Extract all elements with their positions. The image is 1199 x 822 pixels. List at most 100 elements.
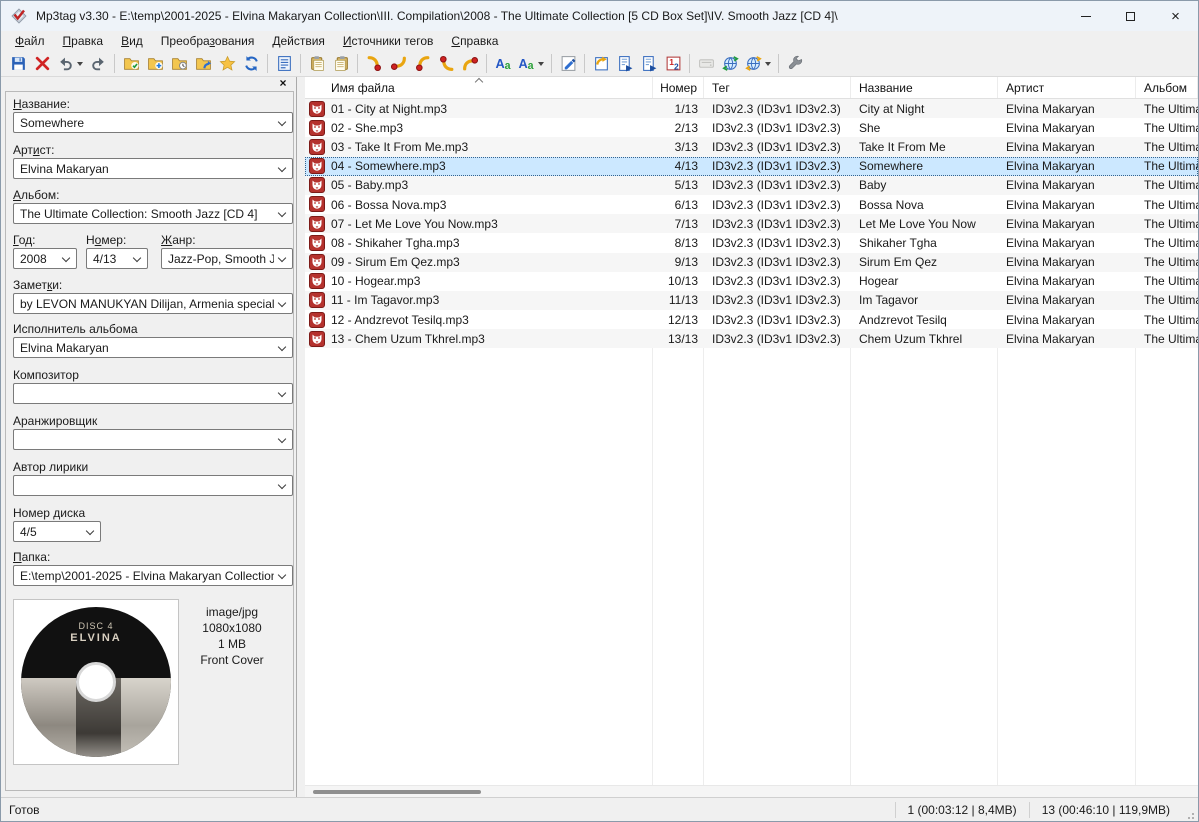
chevron-down-icon	[277, 388, 287, 398]
artist-combobox[interactable]: Elvina Makaryan	[13, 158, 293, 179]
panel-splitter[interactable]	[298, 77, 305, 797]
actions-menu-icon[interactable]: Aa	[515, 52, 547, 76]
file-row-1[interactable]: 01 - City at Night.mp3 1/13 ID3v2.3 (ID3v1…	[305, 99, 1198, 119]
mp3-file-icon	[309, 119, 325, 136]
save-tag-icon[interactable]	[6, 52, 30, 76]
file-row-7[interactable]: 07 - Let Me Love You Now.mp3 7/13 ID3v2.3 …	[305, 214, 1198, 234]
column-header-6[interactable]: Альбом	[1136, 77, 1198, 98]
track-combobox[interactable]: 4/13	[86, 248, 148, 269]
folder-combobox[interactable]: E:\temp\2001-2025 - Elvina Makaryan Coll…	[13, 565, 293, 586]
file-row-8[interactable]: 08 - Shikaher Tgha.mp3 8/13 ID3v2.3 (ID3v1…	[305, 233, 1198, 253]
menu-actions[interactable]: Действия	[263, 32, 334, 50]
album-combobox[interactable]: The Ultimate Collection: Smooth Jazz [CD…	[13, 203, 293, 224]
file-cell: 04 - Somewhere.mp3	[331, 159, 446, 174]
scrollbar-thumb[interactable]	[313, 790, 481, 794]
column-header-3[interactable]: Тег	[704, 77, 851, 98]
convert-filename-tag-icon[interactable]	[386, 52, 410, 76]
copy-tag-icon[interactable]	[305, 52, 329, 76]
web-sources-icon[interactable]	[718, 52, 742, 76]
menu-convert[interactable]: Преобразования	[152, 32, 264, 50]
file-row-2[interactable]: 02 - She.mp3 2/13 ID3v2.3 (ID3v1 ID3v2.3) S…	[305, 118, 1198, 138]
convert-filename-filename-icon[interactable]	[410, 52, 434, 76]
web-sources-menu-icon[interactable]	[742, 52, 774, 76]
menu-help[interactable]: Справка	[442, 32, 507, 50]
case-conversion-icon[interactable]: Aa	[491, 52, 515, 76]
genre-combobox[interactable]: Jazz-Pop, Smooth Jazz	[161, 248, 293, 269]
field-title-label: Название:	[13, 97, 70, 111]
file-row-13[interactable]: 13 - Chem Uzum Tkhrel.mp3 13/13 ID3v2.3 (I…	[305, 329, 1198, 349]
column-label: Название	[859, 80, 913, 95]
import-directory-icon[interactable]	[191, 52, 215, 76]
mp3-file-icon	[309, 254, 325, 270]
minimize-button[interactable]	[1063, 1, 1108, 31]
edit-tag-icon[interactable]	[556, 52, 580, 76]
album_artist-combobox[interactable]: Elvina Makaryan	[13, 337, 293, 358]
dropdown-arrow-icon[interactable]	[77, 61, 83, 66]
tag-cell: ID3v2.3 (ID3v1 ID3v2.3)	[712, 255, 841, 270]
options-icon[interactable]	[783, 52, 807, 76]
file-row-9[interactable]: 09 - Sirum Em Qez.mp3 9/13 ID3v2.3 (ID3v1 …	[305, 252, 1198, 272]
track-cell: 6/13	[674, 197, 698, 212]
menu-edit[interactable]: Правка	[54, 32, 113, 50]
toolbar: AaAa 12	[1, 51, 1198, 77]
paste-tag-icon[interactable]	[329, 52, 353, 76]
refresh-icon[interactable]	[239, 52, 263, 76]
favorite-directories-icon[interactable]	[215, 52, 239, 76]
file-row-11[interactable]: 11 - Im Tagavor.mp3 11/13 ID3v2.3 (ID3v1 I…	[305, 290, 1198, 311]
title-cell: Chem Uzum Tkhrel	[859, 331, 963, 346]
convert-tag-filename-icon[interactable]	[362, 52, 386, 76]
file-row-4[interactable]: 04 - Somewhere.mp3 4/13 ID3v2.3 (ID3v1 ID3…	[305, 156, 1198, 176]
dropdown-arrow-icon[interactable]	[538, 61, 544, 66]
column-header-2[interactable]: Номер	[653, 77, 704, 98]
file-row-10[interactable]: 10 - Hogear.mp3 10/13 ID3v2.3 (ID3v1 ID3v2…	[305, 271, 1198, 291]
menu-view[interactable]: Вид	[112, 32, 152, 50]
file-row-12[interactable]: 12 - Andzrevot Tesilq.mp3 12/13 ID3v2.3 (I…	[305, 310, 1198, 330]
dropdown-arrow-icon[interactable]	[765, 61, 771, 66]
tag-cell: ID3v2.3 (ID3v1 ID3v2.3)	[712, 331, 841, 346]
toolbar-separator	[584, 54, 585, 73]
mp3-file-icon	[309, 234, 325, 251]
horizontal-scrollbar[interactable]	[305, 785, 1198, 797]
title-combobox[interactable]: Somewhere	[13, 112, 293, 133]
export-icon[interactable]	[589, 52, 613, 76]
maximize-button[interactable]	[1108, 1, 1153, 31]
close-button[interactable]: ×	[1153, 1, 1198, 31]
extended-tags-icon[interactable]	[272, 52, 296, 76]
menu-tag-sources[interactable]: Источники тегов	[334, 32, 442, 50]
menu-file[interactable]: Файл	[6, 32, 54, 50]
album-art[interactable]: DISC 4 ELVINA	[13, 599, 179, 765]
file-row-5[interactable]: 05 - Baby.mp3 5/13 ID3v2.3 (ID3v1 ID3v2.3)…	[305, 175, 1198, 195]
disc-combobox[interactable]: 4/5	[13, 521, 101, 542]
arranger-combobox[interactable]	[13, 429, 293, 450]
disc-value: 4/5	[20, 524, 37, 539]
create-playlist-icon[interactable]	[613, 52, 637, 76]
chevron-down-icon	[277, 298, 287, 308]
album-cell: The Ultimate Collection: Smooth Jazz [CD…	[1144, 197, 1198, 212]
file-row-6[interactable]: 06 - Bossa Nova.mp3 6/13 ID3v2.3 (ID3v1 ID…	[305, 194, 1198, 215]
convert-tag-tag-icon[interactable]	[458, 52, 482, 76]
change-directory-icon[interactable]	[119, 52, 143, 76]
lyricist-combobox[interactable]	[13, 475, 293, 496]
convert-textfile-tag-icon[interactable]	[434, 52, 458, 76]
artist-cell: Elvina Makaryan	[1006, 120, 1095, 135]
composer-combobox[interactable]	[13, 383, 293, 404]
chevron-down-icon	[277, 117, 287, 127]
tag-panel-close-button[interactable]: ×	[276, 77, 290, 91]
create-playlist-per-folder-icon[interactable]	[637, 52, 661, 76]
numbering-wizard-icon[interactable]: 12	[661, 52, 685, 76]
comment-combobox[interactable]: by LEVON MANUKYAN Dilijan, Armenia speci…	[13, 293, 293, 314]
add-directory-icon[interactable]	[143, 52, 167, 76]
track-cell: 13/13	[667, 331, 698, 346]
undo-icon[interactable]	[54, 52, 86, 76]
chevron-down-icon	[85, 526, 95, 536]
tag-cell: ID3v2.3 (ID3v1 ID3v2.3)	[712, 197, 841, 212]
recent-directories-icon[interactable]	[167, 52, 191, 76]
redo-icon[interactable]	[86, 52, 110, 76]
resize-grip[interactable]	[1182, 807, 1196, 821]
column-header-5[interactable]: Артист	[998, 77, 1136, 98]
column-header-1[interactable]: Имя файла	[305, 77, 653, 98]
remove-tag-icon[interactable]	[30, 52, 54, 76]
column-header-4[interactable]: Название	[851, 77, 998, 98]
file-row-3[interactable]: 03 - Take It From Me.mp3 3/13 ID3v2.3 (ID3…	[305, 137, 1198, 157]
year-combobox[interactable]: 2008	[13, 248, 77, 269]
